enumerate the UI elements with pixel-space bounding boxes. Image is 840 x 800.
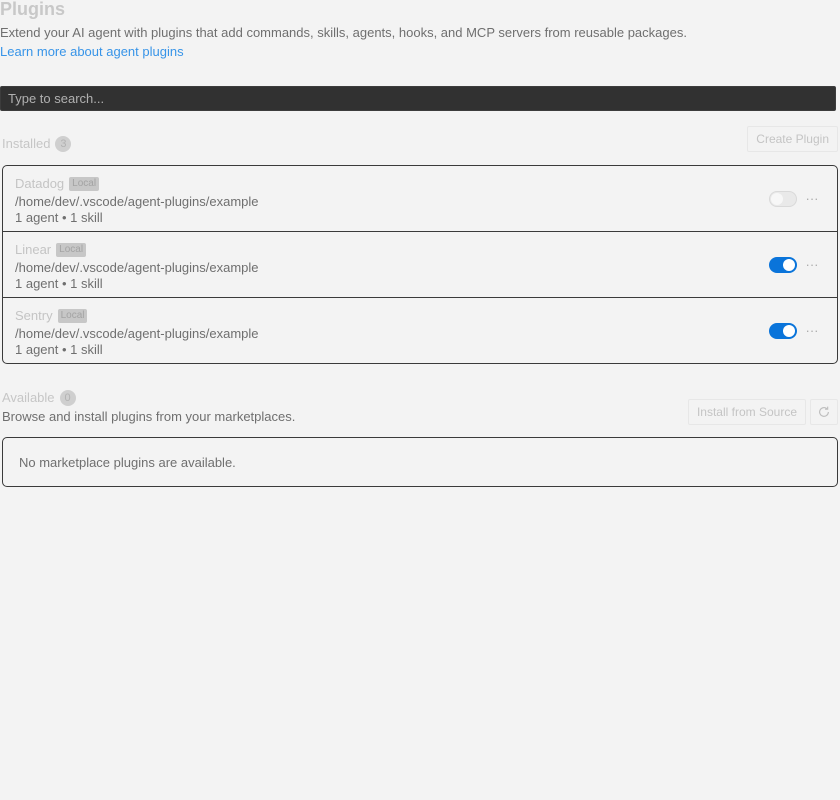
more-actions-icon[interactable]: ··· bbox=[803, 256, 821, 274]
plugin-path: /home/dev/.vscode/agent-plugins/example bbox=[15, 260, 259, 275]
install-from-source-button[interactable]: Install from Source bbox=[687, 399, 806, 425]
plugin-summary: 1 agent • 1 skill bbox=[15, 342, 103, 357]
toggle-knob bbox=[783, 259, 795, 271]
plugin-row-linear[interactable]: Linear Local /home/dev/.vscode/agent-plu… bbox=[3, 231, 837, 297]
page-title: Plugins bbox=[0, 0, 66, 19]
plugin-row-sentry[interactable]: Sentry Local /home/dev/.vscode/agent-plu… bbox=[3, 297, 837, 363]
marketplace-empty-state: No marketplace plugins are available. bbox=[2, 437, 838, 487]
enable-toggle-sentry[interactable] bbox=[769, 323, 797, 339]
plugin-summary: 1 agent • 1 skill bbox=[15, 276, 103, 291]
source-badge: Local bbox=[69, 176, 100, 191]
create-plugin-button[interactable]: Create Plugin bbox=[747, 126, 838, 152]
enable-toggle-datadog[interactable] bbox=[769, 191, 797, 207]
plugin-path: /home/dev/.vscode/agent-plugins/example bbox=[15, 326, 259, 341]
refresh-icon bbox=[819, 406, 829, 417]
plugins-page: Plugins Extend your AI agent with plugin… bbox=[0, 0, 840, 800]
installed-count-badge: 3 bbox=[55, 135, 72, 152]
installed-label: Installed bbox=[2, 136, 51, 151]
refresh-button[interactable] bbox=[810, 399, 838, 425]
source-badge: Local bbox=[57, 308, 88, 323]
enable-toggle-linear[interactable] bbox=[769, 257, 797, 273]
plugin-name: Datadog bbox=[15, 176, 65, 191]
learn-more-link[interactable]: Learn more about agent plugins bbox=[0, 43, 184, 60]
installed-plugin-list: Datadog Local /home/dev/.vscode/agent-pl… bbox=[2, 165, 838, 364]
toggle-knob bbox=[771, 193, 783, 205]
installed-header: Installed 3 bbox=[2, 135, 72, 152]
available-label: Available bbox=[2, 390, 55, 405]
source-badge: Local bbox=[56, 242, 87, 257]
plugin-summary: 1 agent • 1 skill bbox=[15, 210, 103, 225]
plugin-name-row: Datadog Local bbox=[15, 175, 100, 192]
available-description: Browse and install plugins from your mar… bbox=[2, 409, 296, 424]
toggle-knob bbox=[783, 325, 795, 337]
plugin-row-datadog[interactable]: Datadog Local /home/dev/.vscode/agent-pl… bbox=[3, 166, 837, 231]
plugin-name-row: Sentry Local bbox=[15, 307, 88, 324]
more-actions-icon[interactable]: ··· bbox=[803, 322, 821, 340]
plugin-name: Sentry bbox=[15, 308, 53, 323]
available-header: Available 0 bbox=[2, 389, 76, 406]
search-input[interactable] bbox=[0, 86, 836, 111]
empty-message: No marketplace plugins are available. bbox=[19, 455, 236, 470]
plugin-name: Linear bbox=[15, 242, 52, 257]
available-count-badge: 0 bbox=[59, 389, 76, 406]
plugin-path: /home/dev/.vscode/agent-plugins/example bbox=[15, 194, 259, 209]
page-description: Extend your AI agent with plugins that a… bbox=[0, 25, 687, 40]
plugin-name-row: Linear Local bbox=[15, 241, 87, 258]
more-actions-icon[interactable]: ··· bbox=[803, 190, 821, 208]
